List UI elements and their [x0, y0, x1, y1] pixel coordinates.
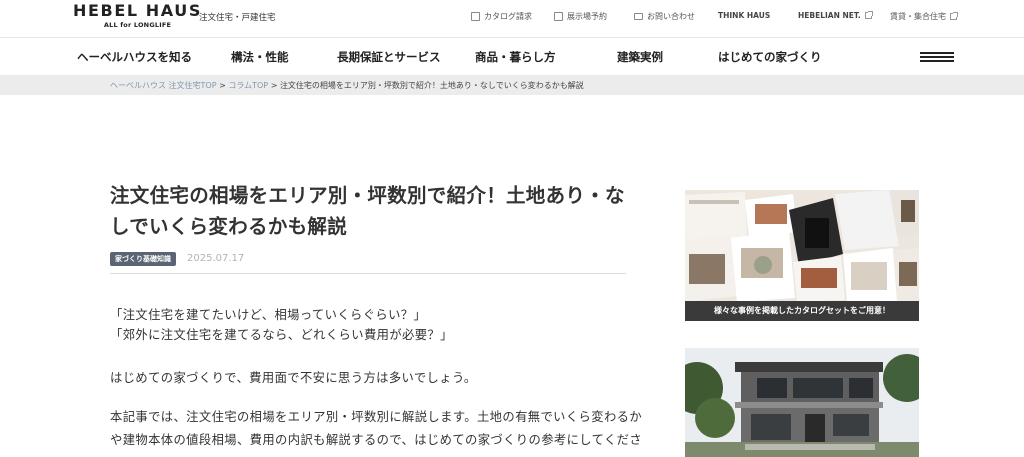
breadcrumb-current: 注文住宅の相場をエリア別・坪数別で紹介！土地あり・なしでいくら変わるかも解説 [279, 81, 584, 90]
breadcrumb-bar: ヘーベルハウス 注文住宅TOP > コラムTOP > 注文住宅の相場をエリア別・… [0, 75, 1024, 95]
calendar-icon [554, 12, 563, 21]
publish-date: 2025.07.17 [187, 253, 245, 264]
think-haus-label: THINK HAUS [718, 11, 771, 20]
breadcrumb-separator: > [219, 81, 226, 90]
external-link-icon [864, 11, 873, 19]
body-paragraph: 本記事では、注文住宅の相場をエリア別・坪数別に解説します。土地の有無でいくら変わ… [110, 410, 643, 424]
contact-link[interactable]: お問い合わせ [634, 11, 695, 22]
contact-label: お問い合わせ [647, 12, 695, 21]
catalog-banner[interactable]: 様々な事例を掲載したカタログセットをご用意！ [685, 190, 919, 321]
showroom-reserve-link[interactable]: 展示場予約 [554, 11, 607, 22]
breadcrumb-column-top[interactable]: コラムTOP [228, 81, 268, 90]
body-paragraph: はじめての家づくりで、費用面で不安に思う方は多いでしょう。 [110, 371, 477, 385]
external-link-icon [950, 12, 958, 20]
breadcrumb-separator: > [270, 81, 278, 90]
catalog-icon [471, 12, 480, 21]
mail-icon [634, 13, 643, 20]
nav-item-examples[interactable]: 建築実例 [617, 49, 663, 65]
catalog-request-link[interactable]: カタログ請求 [471, 11, 532, 22]
rental-housing-link[interactable]: 賃貸・集合住宅 [890, 11, 958, 22]
logo-text: HEBEL HAUS [73, 1, 203, 20]
hebelian-net-label: HEBELIAN NET. [798, 11, 861, 20]
article-title: 注文住宅の相場をエリア別・坪数別で紹介！土地あり・な しでいくら変わるかも解説 [110, 180, 630, 242]
body-paragraph: や建物本体の値段相場、費用の内訳も解説するので、はじめての家づくりの参考にしてく… [110, 433, 643, 447]
site-tagline: 注文住宅・戸建住宅 [199, 13, 276, 23]
hamburger-icon[interactable] [920, 52, 954, 62]
think-haus-link[interactable]: THINK HAUS [718, 11, 770, 20]
nav-item-structure[interactable]: 構法・性能 [231, 49, 289, 65]
hebelian-net-link[interactable]: HEBELIAN NET. [798, 11, 873, 20]
nav-item-first-home[interactable]: はじめての家づくり [718, 49, 822, 65]
top-header: HEBEL HAUS ALL for LONGLIFE 注文住宅・戸建住宅 カタ… [0, 0, 1024, 38]
quote-text: 「郊外に注文住宅を建てるなら、どれくらい費用が必要？」 [110, 328, 453, 342]
breadcrumb-home[interactable]: ヘーベルハウス 注文住宅TOP [110, 81, 217, 90]
article-title-line: 注文住宅の相場をエリア別・坪数別で紹介！土地あり・な [110, 184, 625, 207]
rental-housing-label: 賃貸・集合住宅 [890, 12, 946, 21]
category-badge[interactable]: 家づくり基礎知識 [110, 252, 176, 266]
body-paragraph: い。 [110, 452, 135, 457]
title-divider [110, 273, 626, 274]
nav-item-warranty[interactable]: 長期保証とサービス [337, 49, 441, 65]
catalog-caption: 様々な事例を掲載したカタログセットをご用意！ [685, 301, 919, 321]
nav-item-products[interactable]: 商品・暮らし方 [475, 49, 556, 65]
quote-text: 「注文住宅を建てたいけど、相場っていくらぐらい？」 [110, 308, 427, 322]
global-nav: ヘーベルハウスを知る 構法・性能 長期保証とサービス 商品・暮らし方 建築実例 … [0, 39, 1024, 74]
nav-item-about[interactable]: ヘーベルハウスを知る [77, 49, 192, 65]
article-title-line: しでいくら変わるかも解説 [110, 215, 348, 238]
logo-subtext: ALL for LONGLIFE [103, 21, 172, 29]
house-photo-banner[interactable] [685, 348, 919, 457]
catalog-request-label: カタログ請求 [484, 12, 532, 21]
logo[interactable]: HEBEL HAUS ALL for LONGLIFE [73, 1, 203, 30]
breadcrumb: ヘーベルハウス 注文住宅TOP > コラムTOP > 注文住宅の相場をエリア別・… [110, 80, 584, 91]
house-image [685, 348, 919, 457]
showroom-reserve-label: 展示場予約 [567, 12, 607, 21]
